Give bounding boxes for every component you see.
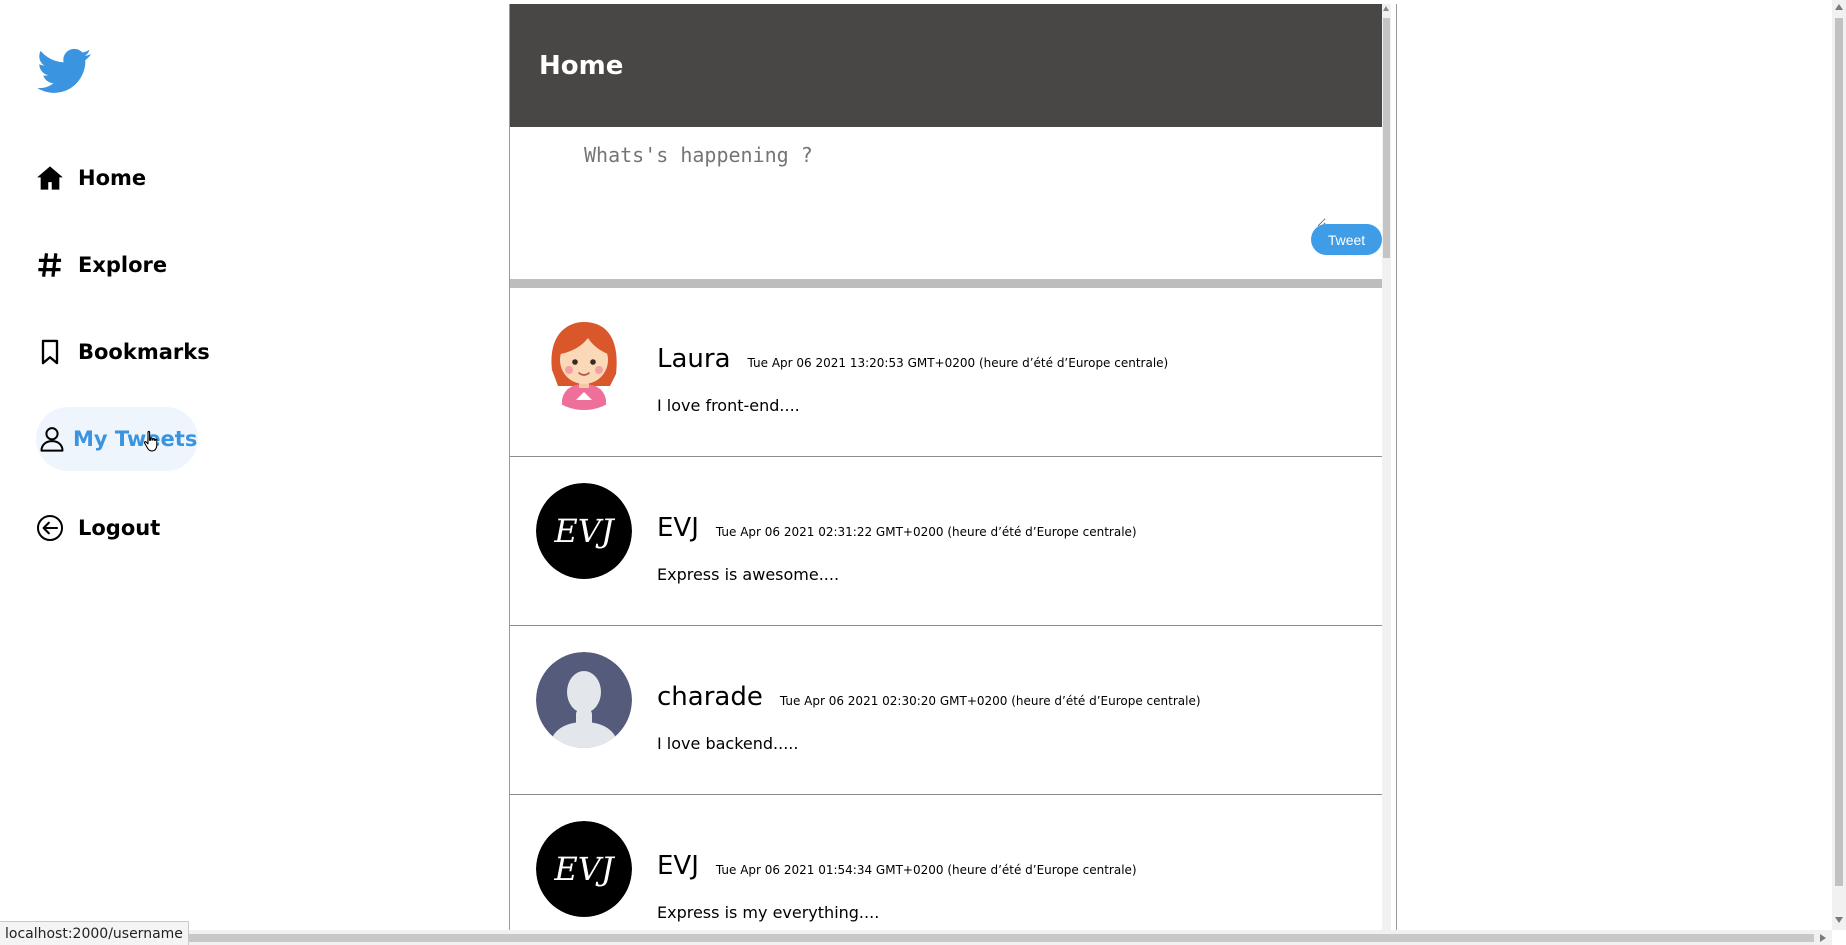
default-person-avatar[interactable] [536, 652, 632, 748]
tweet-author-name[interactable]: charade [657, 682, 763, 712]
page-title: Home [539, 50, 624, 81]
tweet-text: Express is awesome.... [657, 565, 840, 584]
evj-logo-avatar[interactable]: EVJ [536, 821, 632, 917]
home-icon [36, 164, 64, 192]
tweet-button[interactable]: Tweet [1311, 224, 1382, 255]
twitter-bird-icon[interactable] [37, 48, 95, 98]
sidebar-item-label: Logout [78, 516, 161, 540]
sidebar-item-home[interactable]: Home [36, 146, 146, 210]
tweet-text: I love front-end.... [657, 396, 800, 415]
page-scrollbar-thumb[interactable] [1835, 18, 1843, 886]
sidebar-item-my-tweets[interactable]: My Tweets [36, 407, 198, 471]
user-icon [38, 425, 66, 453]
tweet-text: I love backend..... [657, 734, 799, 753]
scroll-up-arrow-icon[interactable] [1835, 4, 1843, 10]
svg-text:EVJ: EVJ [553, 850, 615, 888]
compose-tweet-input[interactable] [582, 141, 1326, 227]
cartoon-girl-avatar[interactable] [536, 314, 632, 410]
page-horizontal-scrollbar[interactable] [0, 930, 1832, 945]
feed-scrollbar-thumb[interactable] [1383, 18, 1390, 258]
tweet-header: EVJ Tue Apr 06 2021 02:31:22 GMT+0200 (h… [657, 513, 1137, 543]
page-vertical-scrollbar[interactable] [1832, 0, 1846, 930]
tweet-timestamp: Tue Apr 06 2021 13:20:53 GMT+0200 (heure… [747, 356, 1169, 370]
page-hscrollbar-thumb[interactable] [14, 934, 1814, 942]
tweet-item[interactable]: Laura Tue Apr 06 2021 13:20:53 GMT+0200 … [510, 288, 1382, 457]
scroll-down-arrow-icon[interactable] [1835, 917, 1843, 923]
sidebar-item-label: Explore [78, 253, 168, 277]
tweet-timestamp: Tue Apr 06 2021 02:30:20 GMT+0200 (heure… [779, 694, 1201, 708]
scroll-right-arrow-icon[interactable] [1820, 934, 1826, 942]
feed-scrollbar[interactable] [1382, 4, 1391, 938]
sidebar-item-explore[interactable]: Explore [36, 233, 167, 297]
tweet-timestamp: Tue Apr 06 2021 02:31:22 GMT+0200 (heure… [715, 525, 1137, 539]
link-status-bar: localhost:2000/username [0, 921, 189, 945]
bookmark-icon [36, 338, 64, 366]
sidebar: Home Explore Bookmarks My Tweets Logout [0, 0, 420, 945]
app-page: Home Explore Bookmarks My Tweets Logout … [0, 0, 1846, 945]
tweet-author-name[interactable]: EVJ [657, 513, 699, 543]
tweet-header: charade Tue Apr 06 2021 02:30:20 GMT+020… [657, 682, 1201, 712]
svg-text:EVJ: EVJ [553, 512, 615, 550]
compose-divider [510, 279, 1382, 288]
sidebar-item-label: Home [78, 166, 147, 190]
tweet-author-name[interactable]: Laura [657, 344, 731, 374]
scroll-up-arrow-icon[interactable] [1383, 6, 1389, 11]
sidebar-item-label: Bookmarks [78, 340, 210, 364]
hashtag-icon [36, 251, 64, 279]
tweet-text: Express is my everything.... [657, 903, 880, 922]
compose-box: Tweet [510, 127, 1382, 279]
logout-icon [36, 514, 64, 542]
tweet-header: EVJ Tue Apr 06 2021 01:54:34 GMT+0200 (h… [657, 851, 1137, 881]
sidebar-item-bookmarks[interactable]: Bookmarks [36, 320, 210, 384]
tweet-header: Laura Tue Apr 06 2021 13:20:53 GMT+0200 … [657, 344, 1168, 374]
page-header: Home [510, 4, 1391, 127]
tweet-item[interactable]: charade Tue Apr 06 2021 02:30:20 GMT+020… [510, 626, 1382, 795]
tweet-item[interactable]: EVJ EVJ Tue Apr 06 2021 02:31:22 GMT+020… [510, 457, 1382, 626]
main-feed-column: Home Tweet [509, 4, 1397, 938]
sidebar-item-label: My Tweets [73, 427, 198, 451]
tweet-item[interactable]: EVJ EVJ Tue Apr 06 2021 01:54:34 GMT+020… [510, 795, 1382, 938]
tweet-timestamp: Tue Apr 06 2021 01:54:34 GMT+0200 (heure… [715, 863, 1137, 877]
tweet-feed: Laura Tue Apr 06 2021 13:20:53 GMT+0200 … [510, 288, 1382, 938]
evj-logo-avatar[interactable]: EVJ [536, 483, 632, 579]
tweet-author-name[interactable]: EVJ [657, 851, 699, 881]
sidebar-item-logout[interactable]: Logout [36, 496, 160, 560]
